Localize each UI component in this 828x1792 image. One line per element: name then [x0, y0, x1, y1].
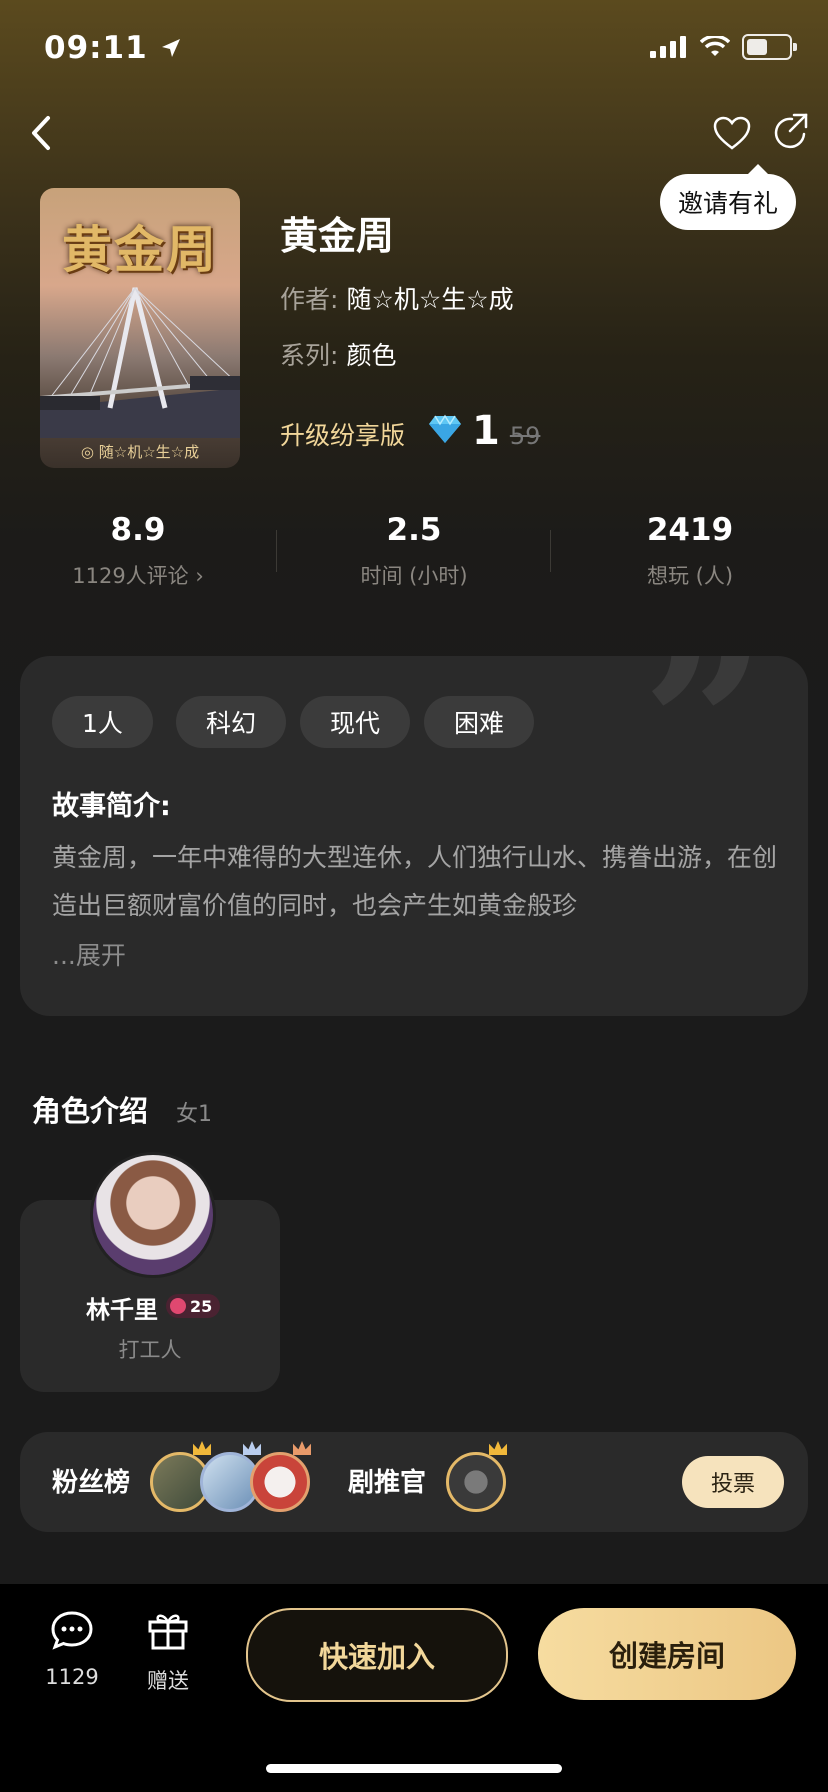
price-original: 59	[509, 422, 541, 450]
story-text: 黄金周，一年中难得的大型连休，人们独行山水、携眷出游，在创造出巨额财富价值的同时…	[52, 843, 778, 920]
heart-badge-icon	[170, 1298, 186, 1314]
gift-icon	[148, 1614, 188, 1650]
rating-stat[interactable]: 8.9 1129人评论 ›	[0, 512, 276, 590]
quote-mark-icon: ”	[641, 656, 768, 855]
game-cover-image: 黄金周 ◎ 随☆机☆生☆成	[40, 188, 240, 468]
story-heading: 故事简介:	[52, 791, 171, 822]
tag-difficulty: 困难	[424, 696, 535, 748]
create-room-button[interactable]: 创建房间	[538, 1608, 796, 1700]
fan-ranking-label: 粉丝榜	[52, 1468, 131, 1498]
status-icons	[650, 34, 797, 60]
roles-heading: 角色介绍	[32, 1094, 149, 1128]
role-job: 打工人	[118, 1338, 182, 1362]
expand-link[interactable]: ...展开	[52, 936, 126, 972]
back-icon[interactable]	[18, 108, 68, 158]
tag-setting: 现代	[300, 696, 411, 748]
quick-join-button[interactable]: 快速加入	[246, 1608, 508, 1702]
share-icon[interactable]	[770, 112, 812, 154]
story-card: ” 1人 科幻 现代 困难 故事简介: 黄金周，一年中难得的大型连休，人们独行山…	[20, 656, 808, 1016]
author-row: 作者: 随☆机☆生☆成	[280, 285, 514, 314]
recommender-avatar[interactable]	[446, 1441, 507, 1512]
comment-bubble-icon	[51, 1611, 93, 1650]
diamond-icon	[429, 414, 461, 443]
wifi-icon	[700, 36, 730, 56]
role-avatar[interactable]	[90, 1152, 216, 1278]
fan-avatar[interactable]	[250, 1441, 311, 1512]
role-level-badge: 25	[166, 1294, 221, 1318]
role-name: 林千里	[86, 1296, 158, 1324]
bridge-illustration	[40, 287, 240, 438]
home-indicator[interactable]	[266, 1764, 562, 1773]
series-name[interactable]: 颜色	[346, 341, 396, 370]
tag-players: 1人	[52, 696, 153, 748]
heart-icon[interactable]	[712, 114, 752, 154]
want-play-stat: 2419 想玩 (人)	[646, 512, 734, 588]
author-name[interactable]: 随☆机☆生☆成	[346, 285, 513, 314]
roles-count: 女1	[176, 1102, 212, 1127]
price: 1 59	[428, 408, 540, 454]
location-arrow-icon	[162, 39, 181, 57]
signal-icon	[650, 36, 686, 58]
cover-author: ◎ 随☆机☆生☆成	[80, 443, 200, 461]
gift-button[interactable]: 赠送	[128, 1610, 208, 1695]
comments-button[interactable]: 1129	[32, 1610, 112, 1689]
recommender-label: 剧推官	[348, 1468, 427, 1498]
stat-divider	[550, 530, 551, 572]
invite-tooltip[interactable]: 邀请有礼	[660, 164, 796, 230]
series-row: 系列: 颜色	[280, 341, 397, 370]
upgrade-label: 升级纷享版	[280, 421, 406, 450]
tag-genre: 科幻	[176, 696, 287, 748]
price-now: 1	[472, 408, 500, 454]
game-title: 黄金周	[280, 214, 395, 258]
vote-button[interactable]: 投票	[682, 1456, 784, 1508]
duration-stat: 2.5 时间 (小时)	[360, 512, 468, 588]
status-time: 09:11	[44, 30, 183, 66]
battery-icon	[742, 34, 797, 60]
